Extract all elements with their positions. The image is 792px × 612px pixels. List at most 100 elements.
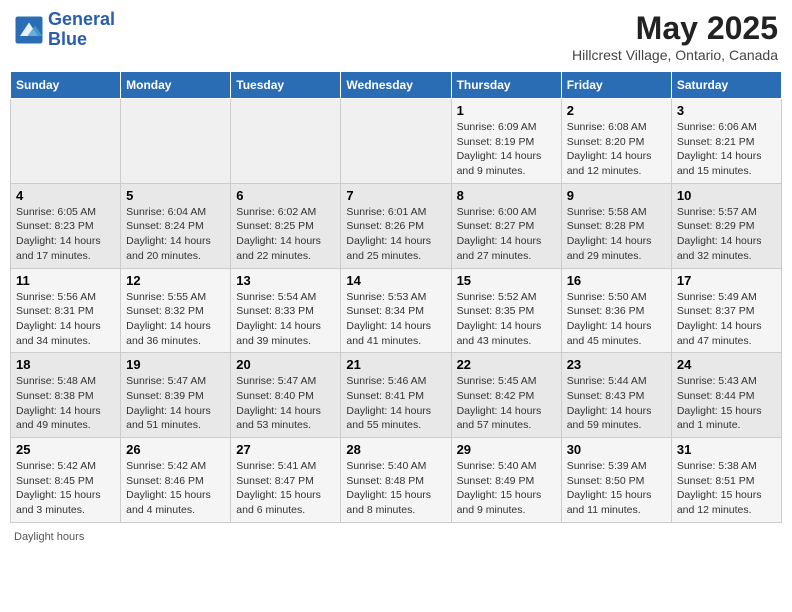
day-info: Sunrise: 5:56 AMSunset: 8:31 PMDaylight:… [16,290,115,349]
column-header-sunday: Sunday [11,72,121,99]
calendar-body: 1Sunrise: 6:09 AMSunset: 8:19 PMDaylight… [11,99,782,523]
week-row-1: 1Sunrise: 6:09 AMSunset: 8:19 PMDaylight… [11,99,782,184]
logo-text: General Blue [48,10,115,50]
calendar-cell: 7Sunrise: 6:01 AMSunset: 8:26 PMDaylight… [341,183,451,268]
calendar-cell: 31 Sunrise: 5:38 AMSunset: 8:51 PMDayligh… [671,438,781,523]
logo-line2: Blue [48,30,115,50]
calendar-cell: 10Sunrise: 5:57 AMSunset: 8:29 PMDayligh… [671,183,781,268]
calendar-cell: 24 Sunrise: 5:43 AMSunset: 8:44 PMDayligh… [671,353,781,438]
day-number: 1 [457,103,556,118]
day-info: Sunrise: 5:48 AMSunset: 8:38 PMDaylight:… [16,374,115,433]
day-number: 12 [126,273,225,288]
calendar-cell: 15 Sunrise: 5:52 AMSunset: 8:35 PMDayligh… [451,268,561,353]
calendar-cell: 12Sunrise: 5:55 AMSunset: 8:32 PMDayligh… [121,268,231,353]
calendar-cell: 28 Sunrise: 5:40 AMSunset: 8:48 PMDayligh… [341,438,451,523]
day-number: 15 [457,273,556,288]
title-area: May 2025 Hillcrest Village, Ontario, Can… [572,10,778,63]
day-info: Sunrise: 5:49 AMSunset: 8:37 PMDaylight:… [677,290,776,349]
day-number: 4 [16,188,115,203]
calendar-cell: 23Sunrise: 5:44 AMSunset: 8:43 PMDayligh… [561,353,671,438]
page-header: General Blue May 2025 Hillcrest Village,… [10,10,782,63]
main-title: May 2025 [572,10,778,47]
day-number: 21 [346,357,445,372]
day-info: Sunrise: 6:02 AMSunset: 8:25 PMDaylight:… [236,205,335,264]
calendar-cell: 3 Sunrise: 6:06 AMSunset: 8:21 PMDaylight… [671,99,781,184]
day-info: Sunrise: 5:53 AMSunset: 8:34 PMDaylight:… [346,290,445,349]
day-number: 10 [677,188,776,203]
day-number: 30 [567,442,666,457]
calendar-header: SundayMondayTuesdayWednesdayThursdayFrid… [11,72,782,99]
day-number: 7 [346,188,445,203]
day-info: Sunrise: 5:42 AMSunset: 8:45 PMDaylight:… [16,459,115,518]
day-number: 31 [677,442,776,457]
calendar-cell: 14 Sunrise: 5:53 AMSunset: 8:34 PMDayligh… [341,268,451,353]
day-number: 13 [236,273,335,288]
day-info: Sunrise: 5:58 AMSunset: 8:28 PMDaylight:… [567,205,666,264]
day-number: 17 [677,273,776,288]
calendar-cell: 25 Sunrise: 5:42 AMSunset: 8:45 PMDayligh… [11,438,121,523]
day-info: Sunrise: 5:41 AMSunset: 8:47 PMDaylight:… [236,459,335,518]
subtitle: Hillcrest Village, Ontario, Canada [572,47,778,63]
calendar-cell: 2Sunrise: 6:08 AMSunset: 8:20 PMDaylight… [561,99,671,184]
logo-line1: General [48,10,115,30]
calendar-cell: 18 Sunrise: 5:48 AMSunset: 8:38 PMDayligh… [11,353,121,438]
calendar-cell [121,99,231,184]
day-number: 24 [677,357,776,372]
day-info: Sunrise: 6:00 AMSunset: 8:27 PMDaylight:… [457,205,556,264]
day-info: Sunrise: 5:50 AMSunset: 8:36 PMDaylight:… [567,290,666,349]
day-info: Sunrise: 6:04 AMSunset: 8:24 PMDaylight:… [126,205,225,264]
column-header-saturday: Saturday [671,72,781,99]
calendar-cell: 27Sunrise: 5:41 AMSunset: 8:47 PMDayligh… [231,438,341,523]
day-number: 6 [236,188,335,203]
calendar-cell: 29Sunrise: 5:40 AMSunset: 8:49 PMDayligh… [451,438,561,523]
calendar-table: SundayMondayTuesdayWednesdayThursdayFrid… [10,71,782,523]
day-number: 26 [126,442,225,457]
day-info: Sunrise: 5:39 AMSunset: 8:50 PMDaylight:… [567,459,666,518]
day-info: Sunrise: 6:06 AMSunset: 8:21 PMDaylight:… [677,120,776,179]
calendar-cell: 13 Sunrise: 5:54 AMSunset: 8:33 PMDayligh… [231,268,341,353]
day-info: Sunrise: 5:44 AMSunset: 8:43 PMDaylight:… [567,374,666,433]
day-number: 22 [457,357,556,372]
day-number: 20 [236,357,335,372]
day-number: 25 [16,442,115,457]
calendar-cell: 1Sunrise: 6:09 AMSunset: 8:19 PMDaylight… [451,99,561,184]
calendar-cell: 8 Sunrise: 6:00 AMSunset: 8:27 PMDaylight… [451,183,561,268]
day-number: 28 [346,442,445,457]
calendar-cell: 26 Sunrise: 5:42 AMSunset: 8:46 PMDayligh… [121,438,231,523]
footer: Daylight hours [10,531,782,543]
header-row: SundayMondayTuesdayWednesdayThursdayFrid… [11,72,782,99]
day-info: Sunrise: 5:40 AMSunset: 8:49 PMDaylight:… [457,459,556,518]
week-row-5: 25 Sunrise: 5:42 AMSunset: 8:45 PMDayligh… [11,438,782,523]
day-number: 8 [457,188,556,203]
column-header-wednesday: Wednesday [341,72,451,99]
day-info: Sunrise: 5:52 AMSunset: 8:35 PMDaylight:… [457,290,556,349]
day-info: Sunrise: 5:54 AMSunset: 8:33 PMDaylight:… [236,290,335,349]
day-info: Sunrise: 5:46 AMSunset: 8:41 PMDaylight:… [346,374,445,433]
logo-icon [14,15,44,45]
column-header-tuesday: Tuesday [231,72,341,99]
day-info: Sunrise: 5:43 AMSunset: 8:44 PMDaylight:… [677,374,776,433]
day-number: 16 [567,273,666,288]
calendar-cell: 17 Sunrise: 5:49 AMSunset: 8:37 PMDayligh… [671,268,781,353]
day-info: Sunrise: 5:38 AMSunset: 8:51 PMDaylight:… [677,459,776,518]
day-number: 18 [16,357,115,372]
column-header-friday: Friday [561,72,671,99]
day-info: Sunrise: 5:45 AMSunset: 8:42 PMDaylight:… [457,374,556,433]
day-number: 14 [346,273,445,288]
week-row-3: 11 Sunrise: 5:56 AMSunset: 8:31 PMDayligh… [11,268,782,353]
day-number: 19 [126,357,225,372]
column-header-thursday: Thursday [451,72,561,99]
day-number: 11 [16,273,115,288]
calendar-cell [231,99,341,184]
week-row-4: 18 Sunrise: 5:48 AMSunset: 8:38 PMDayligh… [11,353,782,438]
day-info: Sunrise: 5:42 AMSunset: 8:46 PMDaylight:… [126,459,225,518]
calendar-cell: 4 Sunrise: 6:05 AMSunset: 8:23 PMDaylight… [11,183,121,268]
column-header-monday: Monday [121,72,231,99]
day-info: Sunrise: 6:05 AMSunset: 8:23 PMDaylight:… [16,205,115,264]
day-info: Sunrise: 5:40 AMSunset: 8:48 PMDaylight:… [346,459,445,518]
day-number: 5 [126,188,225,203]
calendar-cell: 22 Sunrise: 5:45 AMSunset: 8:42 PMDayligh… [451,353,561,438]
calendar-cell: 30 Sunrise: 5:39 AMSunset: 8:50 PMDayligh… [561,438,671,523]
day-info: Sunrise: 6:08 AMSunset: 8:20 PMDaylight:… [567,120,666,179]
day-number: 3 [677,103,776,118]
